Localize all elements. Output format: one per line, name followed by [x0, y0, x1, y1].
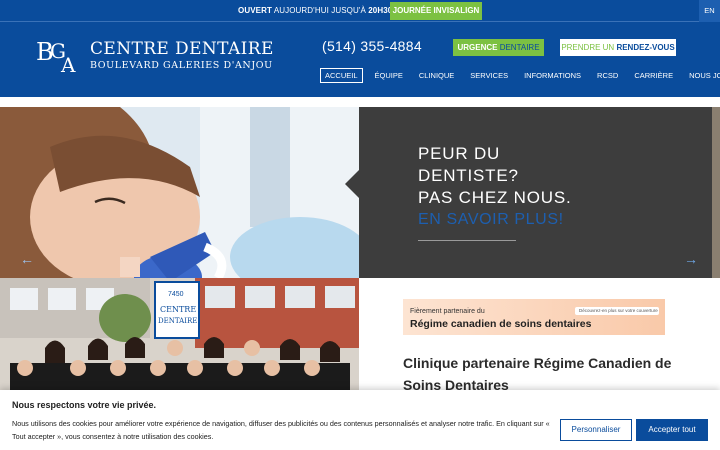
emergency-button[interactable]: URGENCE DENTAIRE — [453, 39, 544, 56]
cookie-title: Nous respectons votre vie privée. — [12, 400, 157, 410]
building-sign-number: 7450 — [168, 291, 184, 298]
hero-learn-more-link[interactable]: EN SAVOIR PLUS! — [418, 211, 564, 229]
main-nav: ACCUEIL ÉQUIPE CLINIQUE SERVICES INFORMA… — [320, 68, 720, 84]
nav-item-nous-joindre[interactable]: NOUS JOINDRE — [685, 68, 720, 83]
hero-headline: PEUR DU DENTISTE? PAS CHEZ NOUS. — [418, 143, 572, 209]
hours-status: OUVERT — [238, 6, 272, 15]
next-slide-peek — [712, 107, 720, 278]
hours-text: AUJOURD'HUI JUSQU'À — [271, 6, 369, 15]
arrow-right-icon[interactable]: → — [684, 251, 698, 267]
phone-link[interactable]: (514) 355-4884 — [322, 38, 422, 54]
cdcp-partner-banner[interactable]: Fièrement partenaire du Régime canadien … — [403, 299, 665, 335]
nav-item-accueil[interactable]: ACCUEIL — [320, 68, 363, 83]
arrow-left-icon[interactable]: ← — [20, 251, 34, 267]
top-bar: OUVERT AUJOURD'HUI JUSQU'À 20H30 JOURNÉE… — [0, 0, 720, 22]
logo-title[interactable]: CENTRE DENTAIRE — [90, 39, 274, 59]
emergency-label-a: URGENCE — [457, 43, 498, 52]
accept-all-button[interactable]: Accepter tout — [636, 419, 708, 441]
hero-line-3: PAS CHEZ NOUS. — [418, 188, 572, 207]
building-sign-line2: DENTAIRE — [158, 317, 197, 325]
team-photo-illustration: 7450 CENTRE DENTAIRE — [0, 278, 359, 393]
svg-text:A: A — [60, 53, 76, 76]
nav-item-equipe[interactable]: ÉQUIPE — [371, 68, 407, 83]
cookie-consent-banner: Nous respectons votre vie privée. Nous u… — [0, 390, 720, 450]
opening-hours: OUVERT AUJOURD'HUI JUSQU'À 20H30 — [238, 6, 392, 15]
hero-photo — [0, 107, 359, 278]
emergency-label-b: DENTAIRE — [497, 43, 540, 52]
banner-coverage-link[interactable]: Découvrez-en plus sur votre couverture — [575, 307, 659, 315]
building-sign-line1: CENTRE — [160, 305, 196, 314]
language-switch[interactable]: EN — [699, 0, 720, 22]
patient-photo-illustration — [0, 107, 359, 278]
nav-item-carriere[interactable]: CARRIÈRE — [630, 68, 677, 83]
invisalign-day-button[interactable]: JOURNÉE INVISALIGN — [390, 2, 482, 20]
appointment-label-b: RENDEZ-VOUS — [616, 43, 675, 52]
nav-item-informations[interactable]: INFORMATIONS — [520, 68, 585, 83]
site-header: B G A CENTRE DENTAIRE BOULEVARD GALERIES… — [0, 22, 720, 97]
appointment-button[interactable]: PRENDRE UN RENDEZ-VOUS — [560, 39, 676, 56]
banner-line-1: Fièrement partenaire du — [410, 308, 485, 315]
hero-line-2: DENTISTE? — [418, 166, 519, 185]
hero-notch — [345, 170, 359, 198]
customize-button[interactable]: Personnaliser — [560, 419, 632, 441]
cookie-text: Nous utilisons des cookies pour améliore… — [12, 419, 550, 441]
nav-item-services[interactable]: SERVICES — [466, 68, 512, 83]
banner-line-2: Régime canadien de soins dentaires — [410, 318, 592, 330]
team-photo: 7450 CENTRE DENTAIRE — [0, 278, 359, 393]
hero-divider — [418, 240, 516, 241]
nav-item-clinique[interactable]: CLINIQUE — [415, 68, 458, 83]
hours-time: 20H30 — [368, 6, 393, 15]
hero-line-1: PEUR DU — [418, 144, 501, 163]
nav-item-rcsd[interactable]: RCSD — [593, 68, 622, 83]
logo-monogram-icon[interactable]: B G A — [35, 36, 81, 76]
logo-subtitle: BOULEVARD GALERIES D'ANJOU — [90, 60, 273, 71]
appointment-label-a: PRENDRE UN — [561, 43, 617, 52]
